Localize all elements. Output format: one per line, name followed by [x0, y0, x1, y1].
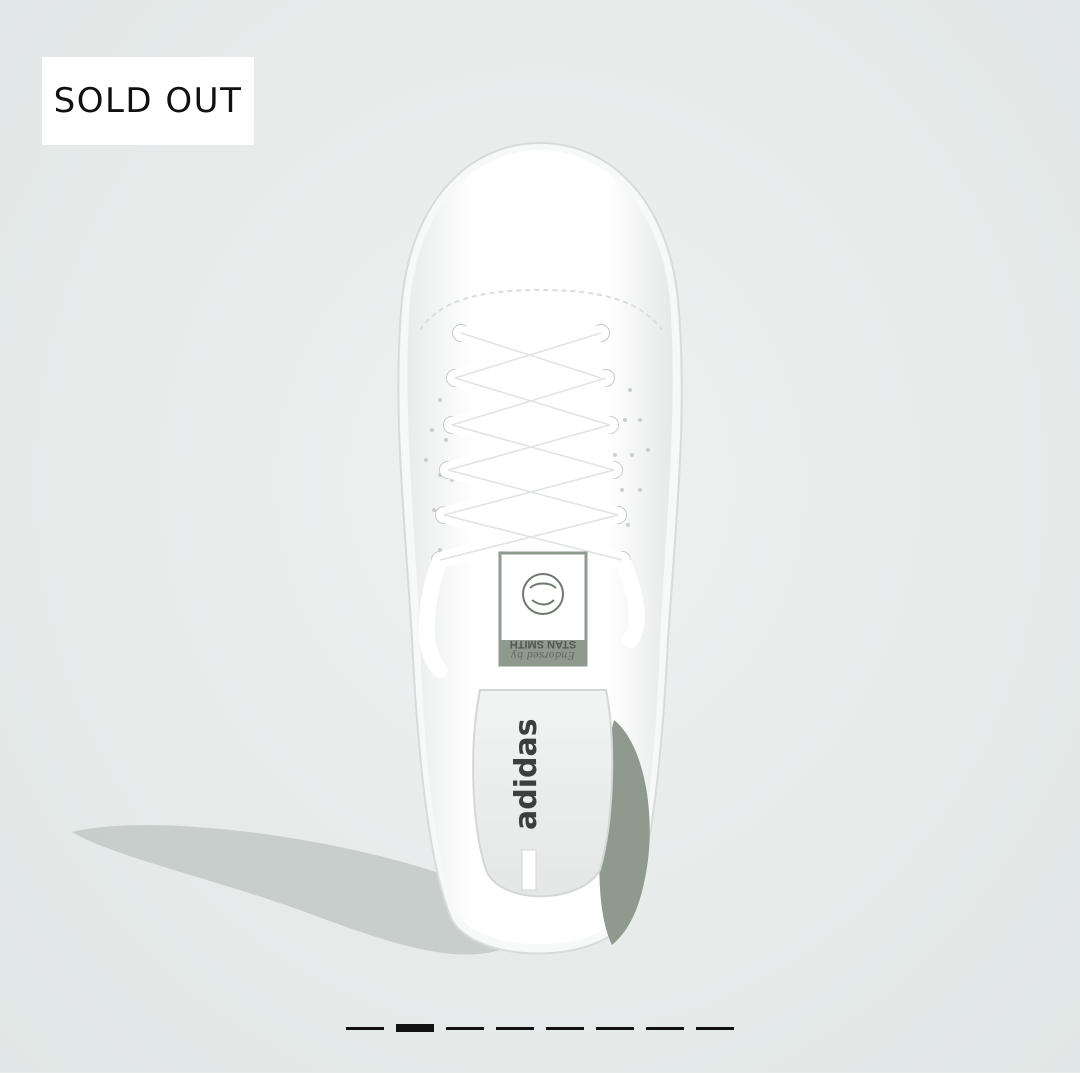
carousel-dot[interactable]: [496, 1026, 534, 1030]
tongue-label: Endorsed by STAN SMITH adidas: [500, 618, 586, 665]
product-gallery: adidas Endorsed by STAN SMITH adidas SOL…: [0, 0, 1080, 1072]
carousel-pagination: [0, 1021, 1080, 1035]
insole-brand: adidas: [509, 718, 544, 830]
carousel-dot[interactable]: [596, 1026, 634, 1030]
carousel-dot[interactable]: [646, 1026, 684, 1030]
carousel-dot[interactable]: [346, 1026, 384, 1030]
product-image[interactable]: adidas: [0, 0, 1080, 1072]
tongue-label-brand: adidas: [519, 622, 567, 640]
carousel-dot[interactable]: [446, 1026, 484, 1030]
carousel-dot[interactable]: [546, 1026, 584, 1030]
tongue-label-name: STAN SMITH: [509, 638, 577, 651]
carousel-dot-active[interactable]: [396, 1024, 434, 1032]
carousel-dot[interactable]: [696, 1026, 734, 1030]
tongue-label-endorsed: Endorsed by: [511, 649, 575, 661]
sold-out-badge: SOLD OUT: [42, 57, 254, 145]
sold-out-label: SOLD OUT: [53, 81, 243, 121]
